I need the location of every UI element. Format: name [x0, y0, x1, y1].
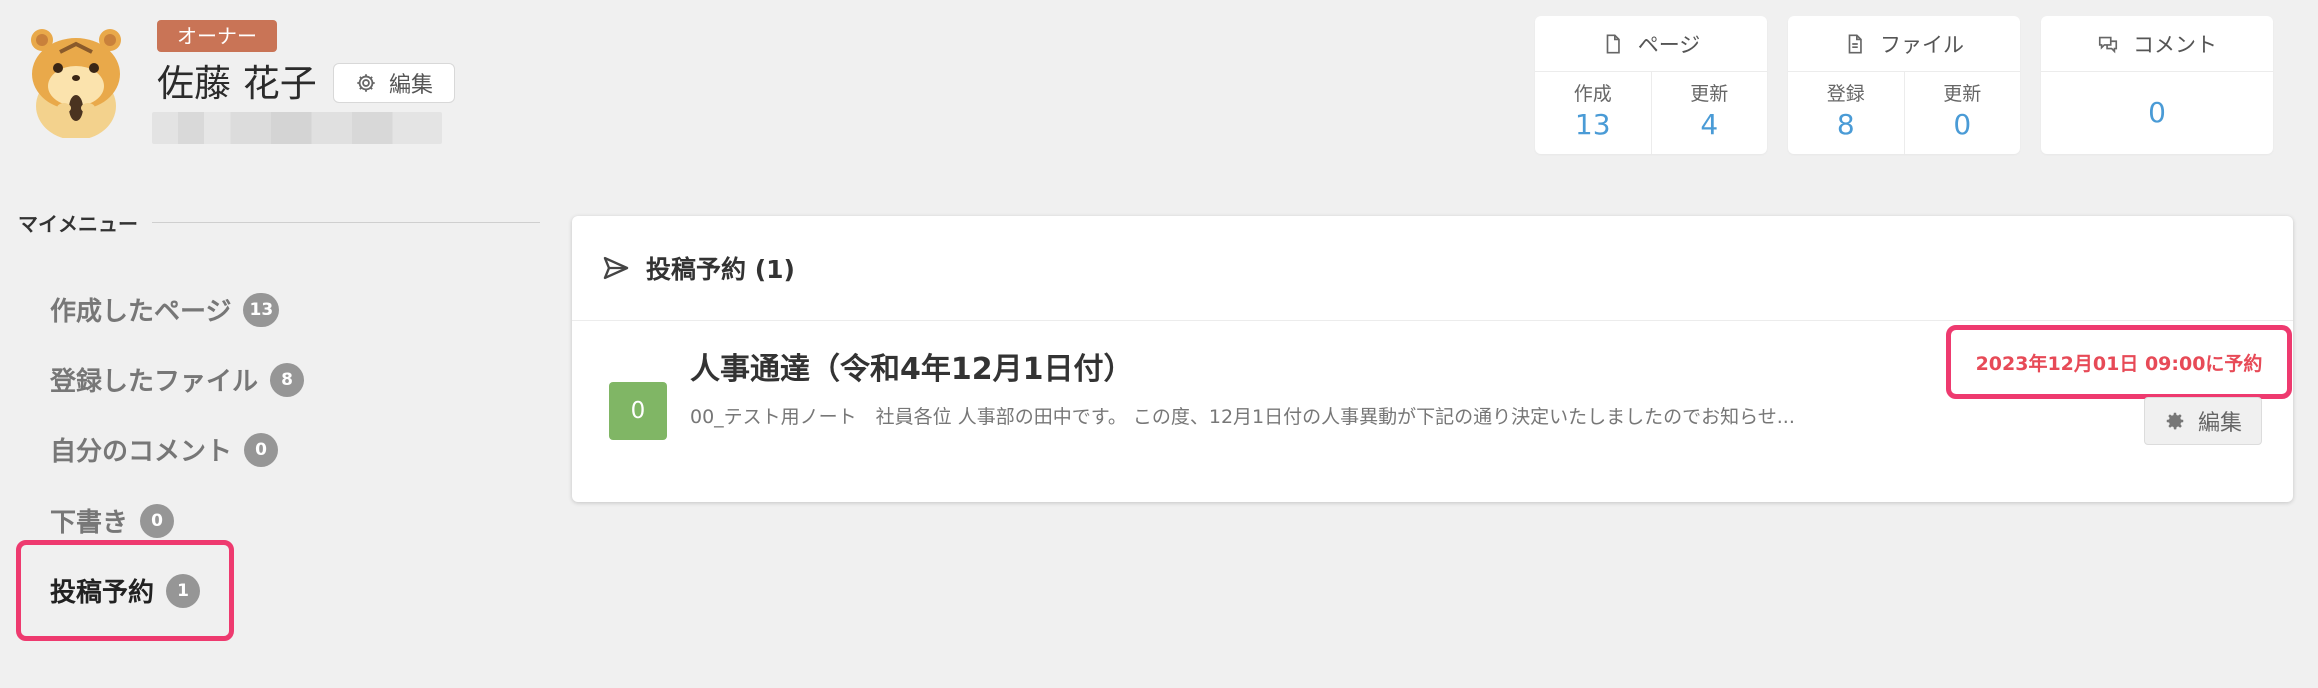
sidebar-item-label: 下書き: [50, 508, 129, 538]
sidebar-item-label: 作成したページ: [50, 297, 232, 327]
sidebar-item-label: 投稿予約: [50, 578, 155, 608]
stat-card-files: ファイル 登録 8 更新 0: [1788, 16, 2020, 154]
avatar: [20, 22, 132, 140]
sidebar-item-label: 自分のコメント: [50, 437, 233, 467]
stat-card-comments-header: コメント: [2041, 16, 2273, 72]
count-badge: 1: [166, 573, 201, 608]
profile-page: オーナー 佐藤 花子 編集 ページ 作成 13 更新 4 ファイル 登録 8 更…: [0, 0, 2318, 688]
stat-label: 登録: [1826, 83, 1865, 105]
stat-value: 4: [1700, 108, 1719, 141]
stat-card-files-title: ファイル: [1880, 32, 1964, 57]
stat-card-pages-title: ページ: [1637, 32, 1701, 57]
schedule-datetime-highlight: 2023年12月01日 09:00に予約: [1946, 325, 2292, 399]
sidebar-item-label: 登録したファイル: [50, 367, 259, 397]
sidebar-item-drafts[interactable]: 下書き 0: [50, 502, 175, 539]
stat-card-files-header: ファイル: [1788, 16, 2020, 72]
edit-page-button[interactable]: 編集: [2144, 397, 2262, 445]
count-badge: 0: [244, 432, 279, 467]
page-icon: [1602, 33, 1624, 55]
stat-files-updated[interactable]: 更新 0: [1903, 72, 2021, 154]
stat-comments-count[interactable]: 0: [2041, 72, 2273, 154]
count-badge: 13: [243, 292, 280, 327]
stat-value: 0: [1953, 108, 1972, 141]
sidebar-item-registered-files[interactable]: 登録したファイル 8: [50, 361, 305, 398]
edit-profile-button[interactable]: 編集: [333, 63, 455, 103]
my-menu-heading: マイメニュー: [18, 208, 540, 237]
stat-label: 更新: [1690, 83, 1729, 105]
stat-value: 8: [1836, 108, 1855, 141]
send-icon: [602, 254, 630, 282]
stat-pages-updated[interactable]: 更新 4: [1650, 72, 1768, 154]
gear-icon: [2164, 410, 2186, 432]
redacted-email: [152, 112, 442, 144]
stat-value: 0: [2148, 96, 2166, 129]
panel-header: 投稿予約 (1): [572, 216, 2293, 321]
stat-card-comments-title: コメント: [2133, 32, 2217, 57]
schedule-datetime: 2023年12月01日 09:00に予約: [1975, 352, 2263, 375]
sidebar-item-my-comments[interactable]: 自分のコメント 0: [50, 431, 279, 468]
stat-value: 13: [1574, 108, 1611, 141]
divider: [152, 222, 540, 223]
page-excerpt: 00_テスト用ノート 社員各位 人事部の田中です。 この度、12月1日付の人事異…: [690, 406, 1795, 428]
count-badge: 0: [140, 503, 175, 538]
count-badge: 8: [270, 362, 305, 397]
sidebar-item-scheduled-posts[interactable]: 投稿予約 1: [50, 572, 201, 609]
owner-badge: オーナー: [157, 20, 277, 52]
edit-page-label: 編集: [2197, 411, 2242, 436]
stat-files-registered[interactable]: 登録 8: [1788, 72, 1904, 154]
stat-card-pages: ページ 作成 13 更新 4: [1535, 16, 1767, 154]
my-menu-title: マイメニュー: [18, 212, 138, 236]
stat-label: 更新: [1943, 83, 1982, 105]
sidebar-item-created-pages[interactable]: 作成したページ 13: [50, 291, 280, 328]
stat-card-pages-header: ページ: [1535, 16, 1767, 72]
comment-count-badge: 0: [609, 382, 667, 440]
edit-profile-label: 編集: [388, 73, 433, 98]
panel-title: 投稿予約 (1): [646, 255, 795, 284]
stat-card-comments: コメント 0: [2041, 16, 2273, 154]
stat-pages-created[interactable]: 作成 13: [1535, 72, 1651, 154]
file-icon: [1844, 33, 1866, 55]
gear-icon: [355, 72, 377, 94]
user-name: 佐藤 花子: [157, 62, 317, 105]
stat-label: 作成: [1573, 83, 1612, 105]
scheduled-page-title-link[interactable]: 人事通達（令和4年12月1日付）: [690, 344, 1134, 388]
comments-icon: [2097, 33, 2119, 55]
